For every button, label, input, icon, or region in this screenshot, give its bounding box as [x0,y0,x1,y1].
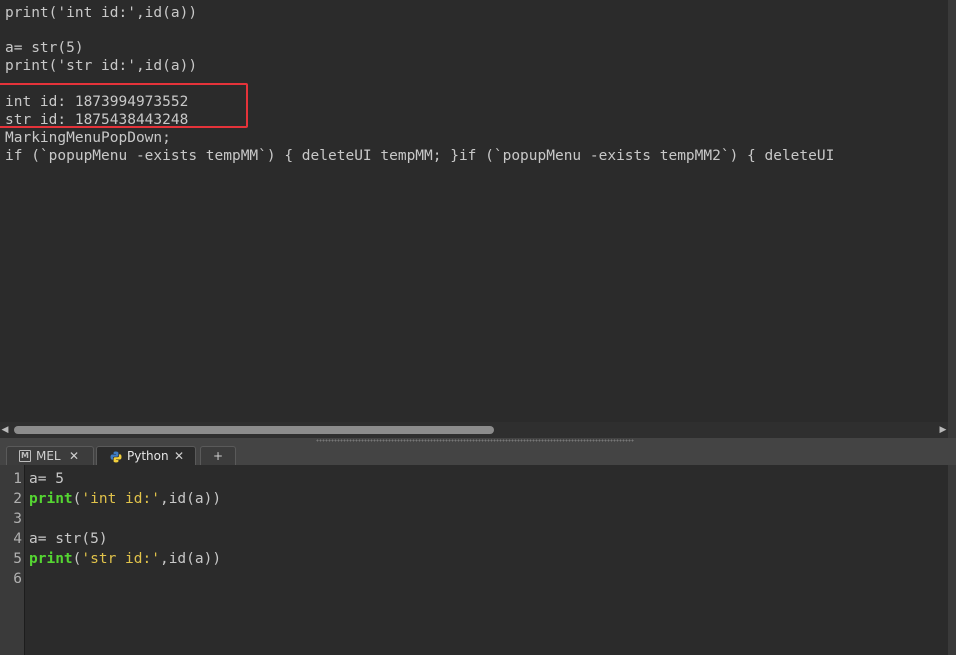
script-editor[interactable]: 1 2 3 4 5 6 a= 5 print('int id:',id(a)) … [0,465,948,655]
line-number: 3 [13,511,22,527]
mel-script-icon: M [19,450,31,462]
editor-vertical-scrollbar[interactable] [948,465,956,655]
keyword-token: print [29,551,73,567]
output-line: a= str(5) [5,40,84,56]
tab-python[interactable]: Python ✕ [96,446,196,465]
code-text: a= str(5) [29,531,108,547]
add-tab-button[interactable]: + [200,446,236,465]
plus-icon: + [212,449,224,463]
string-token: 'int id:' [81,491,160,507]
code-text: a= 5 [29,471,64,487]
tab-label: Python [127,449,169,463]
line-number: 1 [13,471,22,487]
scroll-left-arrow-icon[interactable]: ◀ [0,424,10,436]
script-output-panel[interactable]: print('int id:',id(a)) a= str(5) print('… [0,0,948,422]
line-number-gutter: 1 2 3 4 5 6 [0,465,25,655]
tab-label: MEL [36,449,61,463]
script-tab-bar: M MEL ✕ Python ✕ + [0,444,956,465]
red-highlight-box [0,83,248,128]
scroll-right-arrow-icon[interactable]: ▶ [938,424,948,436]
close-icon[interactable]: ✕ [174,447,184,465]
output-line: MarkingMenuPopDown; [5,130,171,146]
close-icon[interactable]: ✕ [69,447,79,465]
horizontal-scroll-thumb[interactable] [14,426,494,434]
output-vertical-scrollbar[interactable] [948,0,956,440]
output-line: if (`popupMenu -exists tempMM`) { delete… [5,148,835,164]
keyword-token: print [29,491,73,507]
line-number: 6 [13,571,22,587]
code-text: ,id(a)) [159,491,222,507]
python-icon [110,450,122,463]
code-line[interactable]: a= str(5) [29,529,108,549]
line-number: 4 [13,531,22,547]
code-text: ,id(a)) [159,551,222,567]
code-line[interactable]: print('str id:',id(a)) [29,549,221,569]
output-horizontal-scrollbar[interactable]: ◀ ▶ [0,422,948,438]
line-number: 2 [13,491,22,507]
output-line: print('str id:',id(a)) [5,58,198,74]
code-line[interactable]: a= 5 [29,469,64,489]
line-number: 5 [13,551,22,567]
code-line[interactable]: print('int id:',id(a)) [29,489,221,509]
tab-mel[interactable]: M MEL ✕ [6,446,94,465]
scroll-thumb[interactable] [949,0,955,20]
string-token: 'str id:' [81,551,160,567]
splitter-grip-icon[interactable] [316,439,634,442]
output-line: print('int id:',id(a)) [5,5,198,21]
